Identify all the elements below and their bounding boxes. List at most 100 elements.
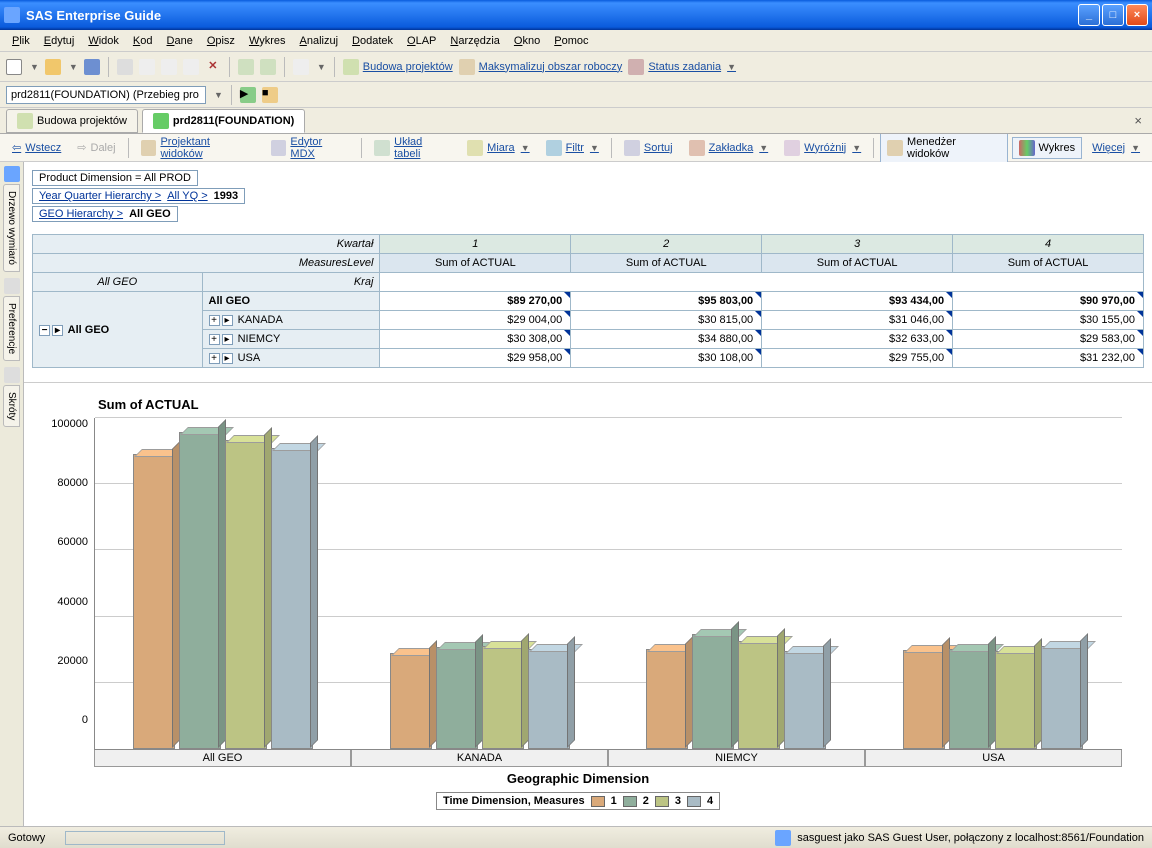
tab-close-icon[interactable]: × — [1134, 113, 1142, 128]
close-button[interactable]: × — [1126, 4, 1148, 26]
expand-icon[interactable]: + — [209, 334, 220, 345]
save-icon[interactable] — [84, 59, 100, 75]
bar[interactable] — [133, 454, 175, 749]
redo-icon[interactable] — [260, 59, 276, 75]
vtab-drzewo[interactable]: Drzewo wymiaró — [3, 184, 20, 272]
maksymalizuj-button[interactable]: Maksymalizuj obszar roboczy — [459, 59, 623, 75]
vtab-preferencje[interactable]: Preferencje — [3, 296, 20, 361]
crumb-geo[interactable]: GEO Hierarchy >All GEO — [32, 206, 178, 222]
bar[interactable] — [271, 448, 313, 749]
menu-okno[interactable]: Okno — [508, 33, 546, 49]
col-3[interactable]: 3 — [762, 235, 953, 254]
menu-edytuj[interactable]: Edytuj — [38, 33, 81, 49]
menu-widok[interactable]: Widok — [82, 33, 125, 49]
crumb-year[interactable]: Year Quarter Hierarchy >All YQ >1993 — [32, 188, 245, 204]
menu-narzedzia[interactable]: Narzędzia — [444, 33, 506, 49]
menedzer-button[interactable]: Menedżer widoków — [880, 133, 1007, 163]
bookmark-icon — [689, 140, 705, 156]
menu-wykres[interactable]: Wykres — [243, 33, 292, 49]
bar[interactable] — [482, 646, 524, 749]
wykres-button[interactable]: Wykres — [1012, 137, 1083, 159]
col-1[interactable]: 1 — [380, 235, 571, 254]
run-icon[interactable]: ▶ — [240, 87, 256, 103]
minimize-button[interactable]: _ — [1078, 4, 1100, 26]
menu-dane[interactable]: Dane — [161, 33, 199, 49]
menu-dodatek[interactable]: Dodatek — [346, 33, 399, 49]
bar[interactable] — [784, 651, 826, 749]
x-axis-labels: All GEOKANADANIEMCYUSA — [94, 750, 1122, 767]
zakladka-button[interactable]: Zakładka▼ — [683, 138, 775, 158]
bar[interactable] — [738, 641, 780, 749]
x-label: KANADA — [351, 750, 608, 767]
uklad-button[interactable]: Układ tabeli — [368, 134, 457, 162]
drill-icon[interactable]: ▸ — [222, 353, 233, 364]
vtab-skroty[interactable]: Skróty — [3, 385, 20, 427]
open-icon[interactable] — [45, 59, 61, 75]
maximize-button[interactable]: □ — [1102, 4, 1124, 26]
vtab-icon[interactable] — [4, 367, 20, 383]
wyroznij-button[interactable]: Wyróżnij▼ — [778, 138, 867, 158]
row-kanada[interactable]: +▸ KANADA — [202, 311, 380, 330]
new-icon[interactable] — [6, 59, 22, 75]
tab-prd2811[interactable]: prd2811(FOUNDATION) — [142, 109, 305, 133]
bar[interactable] — [903, 650, 945, 749]
stop-icon[interactable]: ■ — [262, 87, 278, 103]
row-niemcy[interactable]: +▸ NIEMCY — [202, 330, 380, 349]
legend-swatch — [687, 796, 701, 807]
bar[interactable] — [390, 653, 432, 749]
menu-kod[interactable]: Kod — [127, 33, 159, 49]
expand-icon[interactable]: + — [209, 315, 220, 326]
menu-olap[interactable]: OLAP — [401, 33, 442, 49]
projektant-button[interactable]: Projektant widoków — [135, 134, 261, 162]
bar[interactable] — [436, 647, 478, 749]
bar[interactable] — [225, 440, 267, 749]
cut-icon[interactable] — [139, 59, 155, 75]
print-icon[interactable] — [117, 59, 133, 75]
pivot-table: Kwartał 1 2 3 4 MeasuresLevel Sum of ACT… — [32, 234, 1144, 368]
location-input[interactable] — [6, 86, 206, 104]
zoom-icon[interactable] — [293, 59, 309, 75]
menu-analizuj[interactable]: Analizuj — [294, 33, 345, 49]
menu-pomoc[interactable]: Pomoc — [548, 33, 594, 49]
bar[interactable] — [692, 634, 734, 749]
wiecej-button[interactable]: Więcej▼ — [1086, 140, 1146, 156]
bar[interactable] — [1041, 646, 1083, 749]
drill-icon[interactable]: ▸ — [222, 334, 233, 345]
hdr-mlevel: MeasuresLevel — [33, 254, 380, 273]
back-button[interactable]: ⇦ Wstecz — [6, 139, 67, 156]
miara-button[interactable]: Miara▼ — [461, 138, 535, 158]
undo-icon[interactable] — [238, 59, 254, 75]
filtr-button[interactable]: Filtr▼ — [540, 138, 605, 158]
sortuj-button[interactable]: Sortuj — [618, 138, 679, 158]
paste-icon[interactable] — [183, 59, 199, 75]
row-allgeo-group[interactable]: −▸ All GEO — [33, 292, 203, 368]
collapse-icon[interactable]: − — [39, 325, 50, 336]
menu-plik[interactable]: Plik — [6, 33, 36, 49]
crumb-product[interactable]: Product Dimension = All PROD — [32, 170, 198, 186]
vtab-icon[interactable] — [4, 278, 20, 294]
col-2[interactable]: 2 — [571, 235, 762, 254]
budowa-button[interactable]: Budowa projektów — [343, 59, 453, 75]
vtab-icon[interactable] — [4, 166, 20, 182]
status-zadania-button[interactable]: Status zadania▼ — [628, 59, 736, 75]
menu-opisz[interactable]: Opisz — [201, 33, 241, 49]
mdx-button[interactable]: Edytor MDX — [265, 134, 356, 162]
app-icon — [4, 7, 20, 23]
bar[interactable] — [646, 649, 688, 749]
drill-icon[interactable]: ▸ — [222, 315, 233, 326]
bar[interactable] — [995, 651, 1037, 749]
expand-icon[interactable]: + — [209, 353, 220, 364]
breadcrumb-area: Product Dimension = All PROD Year Quarte… — [24, 162, 1152, 230]
delete-icon[interactable]: ✕ — [205, 59, 221, 75]
bar[interactable] — [528, 649, 570, 749]
bar[interactable] — [179, 432, 221, 749]
chart-title: Sum of ACTUAL — [98, 397, 1122, 412]
tab-budowa[interactable]: Budowa projektów — [6, 109, 138, 133]
bar[interactable] — [949, 649, 991, 749]
row-usa[interactable]: +▸ USA — [202, 349, 380, 368]
layout-icon — [374, 140, 390, 156]
col-4[interactable]: 4 — [953, 235, 1144, 254]
status-ready: Gotowy — [8, 832, 45, 844]
drill-icon[interactable]: ▸ — [52, 325, 63, 336]
copy-icon[interactable] — [161, 59, 177, 75]
